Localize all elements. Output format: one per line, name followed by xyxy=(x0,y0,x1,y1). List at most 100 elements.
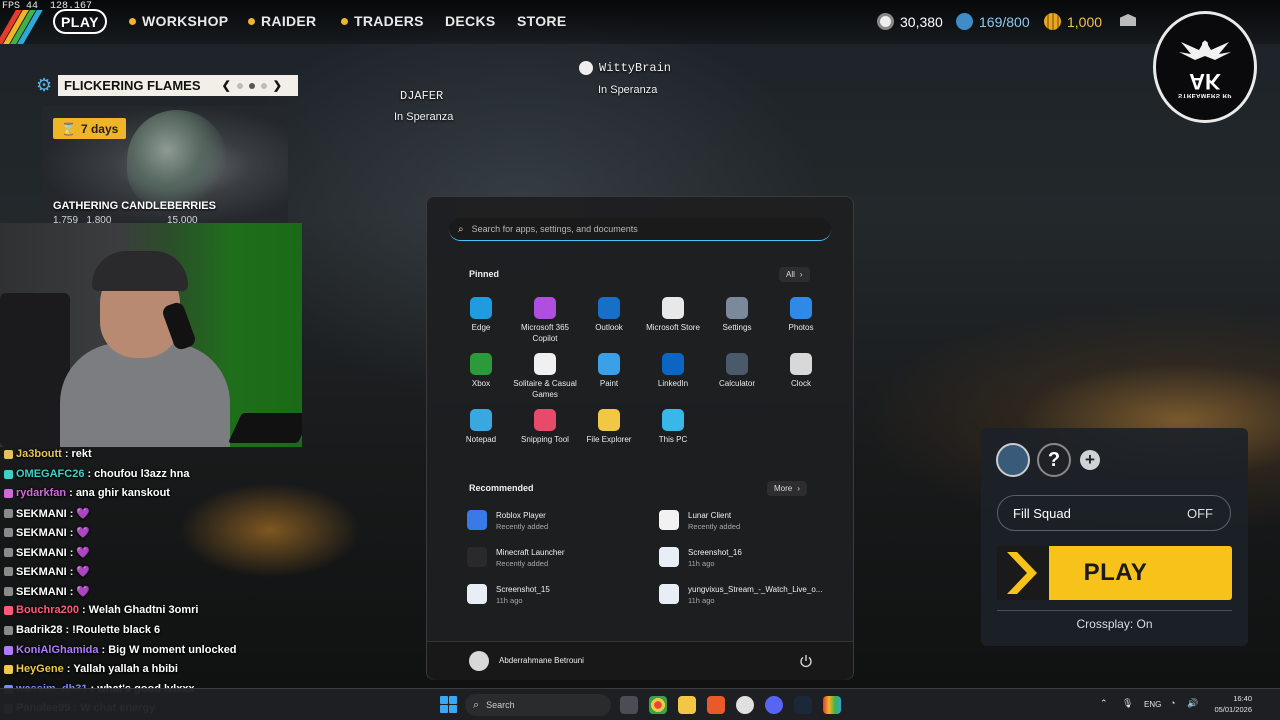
pinned-app[interactable]: This PC xyxy=(641,409,705,465)
start-search-box[interactable]: ⌕ Search for apps, settings, and documen… xyxy=(449,218,831,241)
add-squad-member-button[interactable]: + xyxy=(1080,450,1100,470)
recommended-time: 11h ago xyxy=(496,596,523,605)
pinned-app[interactable]: LinkedIn xyxy=(641,353,705,409)
recommended-item[interactable]: Screenshot_16 11h ago xyxy=(659,547,827,584)
squad-panel: ? + Fill Squad OFF PLAY Crossplay: On xyxy=(981,428,1248,646)
paint-icon xyxy=(598,353,620,375)
edge-icon xyxy=(470,297,492,319)
pinned-app-label: Edge xyxy=(471,323,491,332)
chat-username[interactable]: Ja3boutt xyxy=(16,448,62,460)
chat-username[interactable]: Bouchra200 xyxy=(16,604,79,616)
chat-username[interactable]: SEKMANI xyxy=(16,527,67,539)
game-icon[interactable] xyxy=(823,696,841,714)
chat-badge-icon xyxy=(4,645,13,655)
pinned-app-label: Outlook xyxy=(595,323,623,332)
chat-username[interactable]: SEKMANI xyxy=(16,508,67,520)
nav-decks[interactable]: DECKS xyxy=(445,13,496,29)
event-card[interactable]: ⌛ 7 days GATHERING CANDLEBERRIES 1,759 1… xyxy=(42,106,288,224)
pager-dot[interactable] xyxy=(248,82,255,89)
pinned-app[interactable]: File Explorer xyxy=(577,409,641,465)
recommended-name: Screenshot_15 xyxy=(496,585,550,594)
chevron-up-icon[interactable]: ⌃ xyxy=(1100,698,1108,709)
chat-username[interactable]: HeyGene xyxy=(16,663,64,675)
recommended-item[interactable]: Minecraft Launcher Recently added xyxy=(467,547,659,584)
pinned-app-label: Xbox xyxy=(471,379,491,388)
pager-dot[interactable] xyxy=(260,82,267,89)
chat-message: Bouchra200: Welah Ghadtni 3omri xyxy=(4,604,198,616)
credits-icon xyxy=(877,13,894,30)
recommended-item[interactable]: yungvixus_Stream_-_Watch_Live_o... 11h ag… xyxy=(659,584,827,621)
logo-tagline: STREAMERS RP xyxy=(1178,92,1232,98)
chrome-icon[interactable] xyxy=(649,696,667,714)
recommended-item[interactable]: Lunar Client Recently added xyxy=(659,510,827,547)
more-button[interactable]: More › xyxy=(767,481,807,496)
chat-username[interactable]: OMEGAFC26 xyxy=(16,468,84,480)
obs-icon[interactable] xyxy=(736,696,754,714)
pinned-app[interactable]: Solitaire & Casual Games xyxy=(513,353,577,409)
pinned-app[interactable]: Notepad xyxy=(449,409,513,465)
pinned-app[interactable]: Settings xyxy=(705,297,769,353)
user-name[interactable]: Abderrahmane Betrouni xyxy=(499,656,584,665)
pinned-app[interactable]: Calculator xyxy=(705,353,769,409)
recommended-item[interactable]: Screenshot_15 11h ago xyxy=(467,584,659,621)
nav-workshop[interactable]: WORKSHOP xyxy=(129,13,228,29)
recommended-item[interactable]: Roblox Player Recently added xyxy=(467,510,659,547)
windows-start-button[interactable] xyxy=(440,696,457,713)
file-icon xyxy=(467,584,487,604)
pinned-app[interactable]: Outlook xyxy=(577,297,641,353)
pinned-app[interactable]: Clock xyxy=(769,353,833,409)
volume-icon[interactable]: 🔊 xyxy=(1187,698,1198,709)
pinned-app[interactable]: Photos xyxy=(769,297,833,353)
pinned-app[interactable]: Xbox xyxy=(449,353,513,409)
chevron-right-icon[interactable]: ❯ xyxy=(273,79,282,92)
pinned-app[interactable]: Microsoft Store xyxy=(641,297,705,353)
nav-store[interactable]: STORE xyxy=(517,13,566,29)
nav-traders[interactable]: TRADERS xyxy=(341,13,424,29)
hourglass-icon: ⌛ xyxy=(61,121,76,136)
squad-slot-empty[interactable]: ? xyxy=(1037,443,1071,477)
pinned-app[interactable]: Edge xyxy=(449,297,513,353)
brave-icon[interactable] xyxy=(707,696,725,714)
discord-icon[interactable] xyxy=(765,696,783,714)
gear-icon xyxy=(726,297,748,319)
chat-badge-icon xyxy=(4,528,13,537)
coins-display: 1,000 xyxy=(1044,13,1102,30)
pinned-app[interactable]: Paint xyxy=(577,353,641,409)
pinned-app-label: Snipping Tool xyxy=(521,435,569,444)
nav-raider[interactable]: RAIDER xyxy=(248,13,316,29)
chat-username[interactable]: rydarkfan xyxy=(16,487,66,499)
seeds-display: 169/800 xyxy=(956,13,1030,30)
task-view-icon[interactable] xyxy=(620,696,638,714)
candleberry-tree-image xyxy=(127,110,227,210)
pinned-app-label: LinkedIn xyxy=(657,379,689,388)
all-apps-button[interactable]: All › xyxy=(779,267,810,282)
taskbar-search[interactable]: ⌕ Search xyxy=(465,694,611,716)
pinned-app[interactable]: Microsoft 365 Copilot xyxy=(513,297,577,353)
play-button[interactable]: PLAY xyxy=(997,546,1232,600)
chevron-left-icon[interactable]: ❮ xyxy=(222,79,231,92)
nav-play-button[interactable]: PLAY xyxy=(53,9,107,34)
network-icon[interactable]: ◔ xyxy=(1170,698,1175,708)
chat-username[interactable]: Badrik28 xyxy=(16,624,62,636)
crossplay-status: Crossplay: On xyxy=(1076,617,1153,631)
event-objective: GATHERING CANDLEBERRIES xyxy=(53,200,216,212)
fill-squad-toggle[interactable]: Fill Squad OFF xyxy=(997,495,1231,531)
pinned-app[interactable]: Snipping Tool xyxy=(513,409,577,465)
user-avatar[interactable] xyxy=(469,651,489,671)
language-indicator[interactable]: ENG xyxy=(1144,700,1161,709)
chat-username[interactable]: KoniAlGhamida xyxy=(16,644,99,656)
pinned-heading: Pinned xyxy=(469,269,500,279)
chat-username[interactable]: SEKMANI xyxy=(16,547,67,559)
chat-username[interactable]: SEKMANI xyxy=(16,566,67,578)
recommended-list: Roblox Player Recently added Lunar Client R… xyxy=(467,510,827,621)
file-explorer-icon[interactable] xyxy=(678,696,696,714)
pager-dot[interactable] xyxy=(236,82,243,89)
squad-member-avatar[interactable] xyxy=(996,443,1030,477)
eagle-icon xyxy=(1179,40,1231,60)
steam-icon[interactable] xyxy=(794,696,812,714)
taskbar-clock[interactable]: 16:40 05/01/2026 xyxy=(1206,693,1252,715)
chat-message: SEKMANI: 💜 xyxy=(4,507,90,520)
chat-username[interactable]: SEKMANI xyxy=(16,586,67,598)
power-icon[interactable] xyxy=(799,654,813,668)
microphone-icon[interactable]: 🎙 xyxy=(1122,698,1133,709)
